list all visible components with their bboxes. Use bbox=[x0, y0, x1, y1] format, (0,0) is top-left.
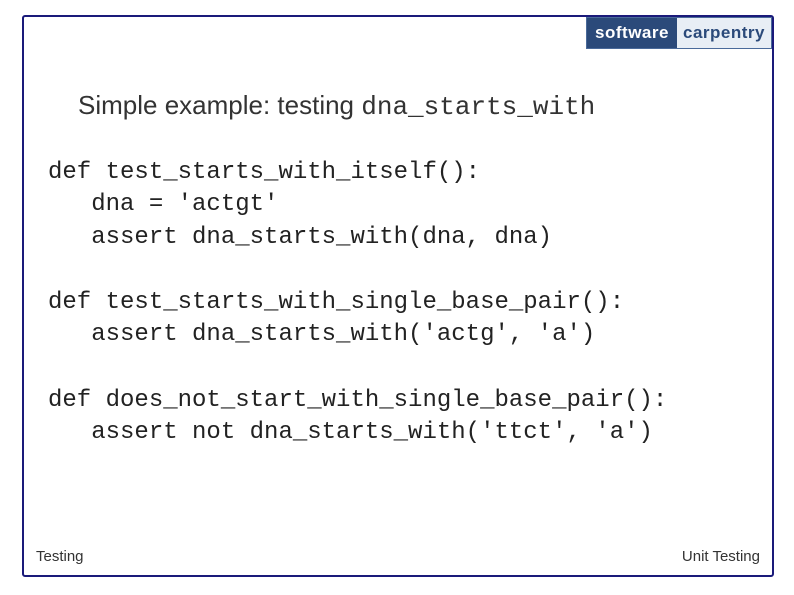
logo-left-text: software bbox=[587, 18, 677, 48]
code-block-2: def test_starts_with_single_base_pair():… bbox=[48, 287, 624, 352]
footer-right: Unit Testing bbox=[682, 548, 760, 565]
code-block-1: def test_starts_with_itself(): dna = 'ac… bbox=[48, 157, 552, 254]
title-code: dna_starts_with bbox=[361, 92, 595, 122]
footer-left: Testing bbox=[36, 548, 84, 565]
slide-title: Simple example: testing dna_starts_with bbox=[78, 90, 595, 122]
code-block-3: def does_not_start_with_single_base_pair… bbox=[48, 385, 667, 450]
logo-right-text: carpentry bbox=[677, 18, 771, 48]
title-prefix: Simple example: testing bbox=[78, 90, 361, 120]
slide-frame: software carpentry Simple example: testi… bbox=[22, 15, 774, 577]
logo: software carpentry bbox=[586, 17, 772, 49]
